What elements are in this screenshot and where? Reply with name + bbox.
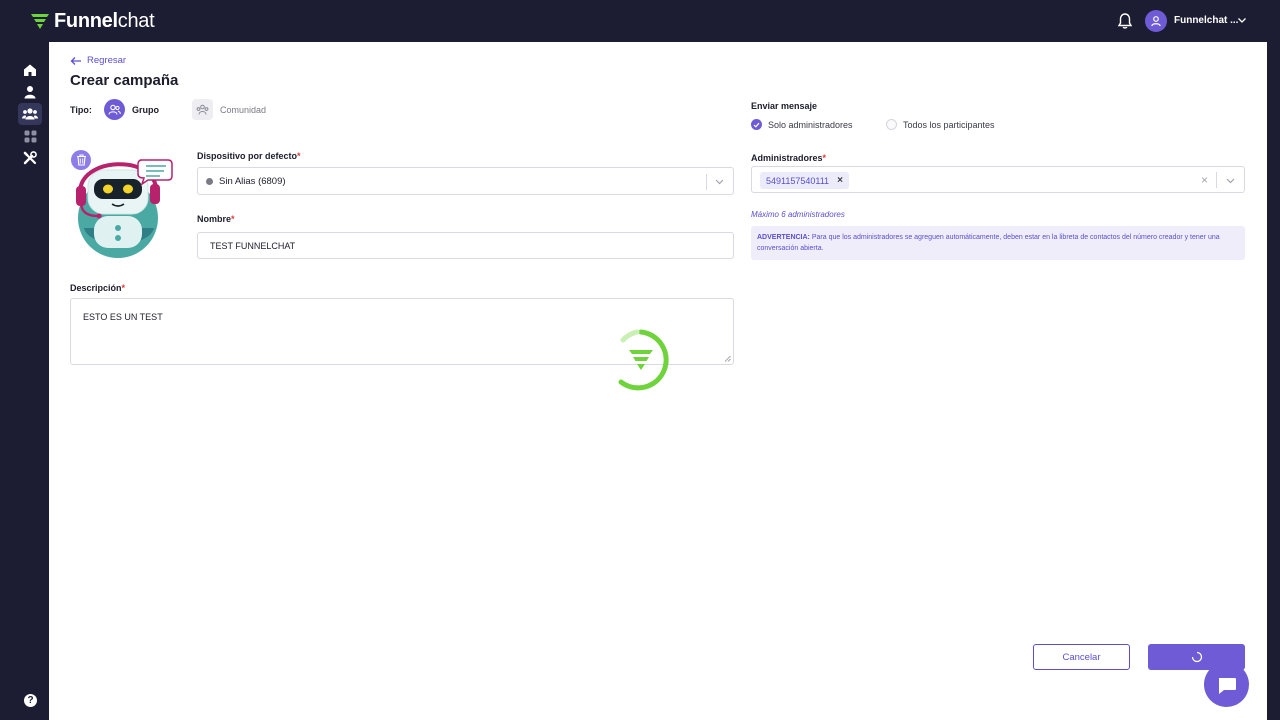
sidebar: [0, 42, 49, 720]
tipo-label: Tipo:: [70, 105, 92, 115]
tipo-option-comunidad[interactable]: Comunidad: [192, 99, 266, 120]
device-label: Dispositivo por defecto*: [197, 151, 301, 161]
back-link[interactable]: Regresar: [70, 55, 126, 66]
chat-widget-button[interactable]: [1204, 662, 1249, 707]
description-value: ESTO ES UN TEST: [83, 312, 163, 322]
warning-text: Para que los administradores se agreguen…: [757, 234, 1220, 252]
arrow-left-icon: [70, 56, 81, 65]
chevron-down-icon[interactable]: [1237, 15, 1247, 25]
sidebar-item-apps[interactable]: [18, 125, 42, 147]
sidebar-item-tools[interactable]: [18, 147, 42, 169]
back-label: Regresar: [87, 55, 127, 66]
chevron-down-icon[interactable]: [714, 176, 725, 187]
sidebar-item-groups[interactable]: [18, 103, 42, 125]
radio-checked-icon: [751, 119, 762, 130]
funnelchat-logo[interactable]: Funnelchat: [30, 10, 155, 33]
device-select[interactable]: Sin Alias (6809): [197, 167, 734, 195]
sidebar-item-home[interactable]: [18, 59, 42, 81]
top-bar: Funnelchat Funnelchat ...: [0, 0, 1280, 42]
trash-icon: [76, 154, 86, 166]
radio-todos-participantes[interactable]: Todos los participantes: [886, 119, 995, 130]
resize-handle-icon[interactable]: [724, 355, 731, 362]
grid-icon: [24, 130, 36, 142]
user-icon: [1151, 16, 1161, 27]
radio-label: Todos los participantes: [903, 119, 995, 130]
button-spinner-icon: [1191, 651, 1202, 663]
clear-icon[interactable]: ×: [1201, 173, 1208, 187]
community-icon: [192, 99, 213, 120]
chat-icon: [1218, 677, 1236, 694]
warning-title: ADVERTENCIA:: [757, 234, 810, 241]
admin-chip: 5491157540111 ×: [760, 172, 849, 189]
user-name[interactable]: Funnelchat ...: [1174, 15, 1238, 26]
bell-icon[interactable]: [1116, 12, 1134, 30]
radio-label: Solo administradores: [768, 119, 853, 130]
radio-solo-administradores[interactable]: Solo administradores: [751, 119, 853, 130]
page-title: Crear campaña: [70, 72, 179, 89]
home-icon: [24, 64, 36, 76]
logo-text: Funnelchat: [54, 10, 155, 32]
warning-box: ADVERTENCIA: Para que los administradore…: [751, 226, 1245, 260]
tipo-option-label: Comunidad: [220, 104, 267, 115]
loading-spinner-icon: [618, 329, 669, 391]
device-select-value: Sin Alias (6809): [219, 175, 286, 187]
cancel-button[interactable]: Cancelar: [1033, 644, 1130, 670]
send-message-label: Enviar mensaje: [751, 101, 818, 111]
admin-chip-label: 5491157540111: [766, 175, 830, 186]
right-window-edge: [1267, 42, 1280, 720]
device-status-dot: [206, 177, 213, 185]
select-divider: [706, 174, 707, 190]
tools-icon: [23, 151, 37, 165]
name-input[interactable]: TEST FUNNELCHAT: [197, 232, 734, 259]
help-icon[interactable]: ?: [24, 694, 37, 707]
chevron-down-icon[interactable]: [1225, 175, 1236, 186]
sidebar-item-contacts[interactable]: [18, 81, 42, 103]
funnel-logo-icon: [31, 13, 49, 29]
max-admins-note: Máximo 6 administradores: [751, 210, 845, 219]
tipo-option-grupo[interactable]: Grupo: [104, 99, 159, 120]
description-label: Descripción*: [70, 283, 126, 293]
main-content: Regresar Crear campaña Tipo: Grupo Comun…: [49, 42, 1267, 720]
tipo-option-label: Grupo: [132, 104, 159, 115]
select-divider: [1216, 172, 1217, 188]
delete-avatar-button[interactable]: [71, 150, 91, 170]
group-icon: [22, 108, 38, 120]
remove-chip-icon[interactable]: ×: [837, 175, 843, 186]
group-icon: [104, 99, 125, 120]
person-icon: [24, 86, 36, 99]
admins-label: Administradores*: [751, 153, 827, 163]
user-avatar[interactable]: [1145, 10, 1167, 32]
radio-unchecked-icon: [886, 119, 897, 130]
name-label: Nombre*: [197, 214, 235, 224]
admins-multiselect[interactable]: 5491157540111 × ×: [751, 166, 1245, 193]
